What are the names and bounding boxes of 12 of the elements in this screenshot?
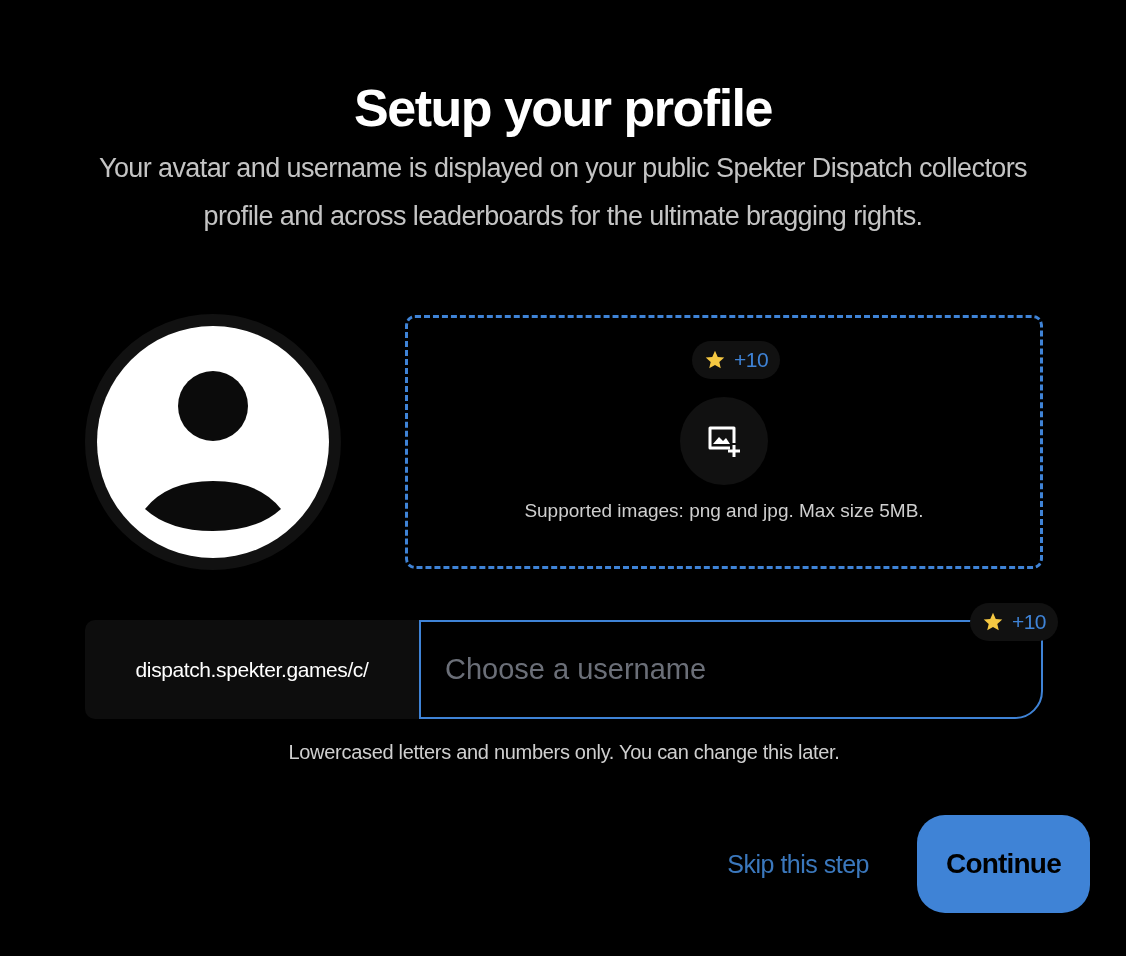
page-description: Your avatar and username is displayed on your public Spekter Dispatch collectors profile and across leaderboards for the ultimate bragging rights. [97,152,1028,233]
username-hint: Lowercased letters and numbers only. You can change this later. [287,741,841,764]
url-prefix: dispatch.spekter.games/c/ [85,620,419,719]
avatar-placeholder-icon [85,314,341,570]
page-title: Setup your profile [353,78,773,139]
continue-button[interactable]: Continue [917,815,1090,913]
image-upload-dropzone[interactable]: +10 Supported images: png and jpg. Max size 5MB. [405,315,1043,569]
star-icon [981,611,1004,633]
upload-hint: Supported images: png and jpg. Max size 5MB. [524,499,924,522]
points-badge: +10 [969,603,1058,641]
skip-link[interactable]: Skip this step [727,849,869,879]
points-badge: +10 [692,340,781,379]
